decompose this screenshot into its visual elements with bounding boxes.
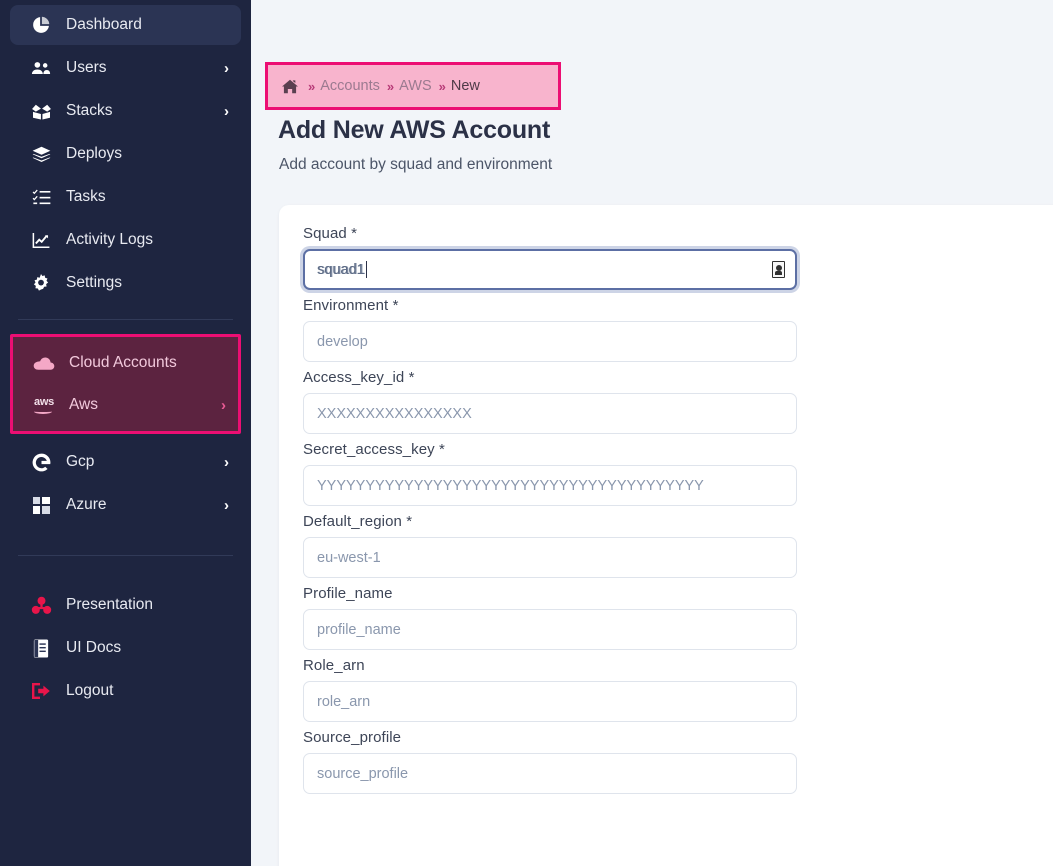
field-source-profile: Source_profile: [303, 729, 1053, 794]
chevron-right-icon[interactable]: ›: [224, 498, 229, 513]
page-subtitle: Add account by squad and environment: [279, 156, 553, 173]
sidebar-item-activity-logs[interactable]: Activity Logs: [10, 220, 241, 260]
label-environment: Environment *: [303, 297, 399, 314]
sidebar-divider-bottom: [18, 555, 233, 556]
squad-input[interactable]: [303, 249, 797, 290]
required-marker: *: [439, 441, 445, 458]
label-profile-name: Profile_name: [303, 585, 393, 602]
aws-account-form: Squad * squad1 Environment * develop Acc…: [279, 205, 1053, 794]
main-content: » Accounts » AWS » New Add New AWS Accou…: [251, 0, 1053, 866]
sidebar-divider-top: [18, 319, 233, 320]
label-access-key-id: Access_key_id *: [303, 369, 415, 386]
breadcrumb: » Accounts » AWS » New: [282, 78, 480, 94]
home-icon[interactable]: [282, 79, 298, 94]
sidebar-item-label: Azure: [66, 496, 107, 513]
app-root: Dashboard Users › Stacks › Deploys Tasks…: [0, 0, 1053, 866]
sidebar-item-label: Settings: [66, 274, 123, 291]
sidebar-item-label: Activity Logs: [66, 231, 154, 248]
breadcrumb-current: New: [450, 78, 480, 94]
label-role-arn: Role_arn: [303, 657, 365, 674]
label-secret-access-key: Secret_access_key *: [303, 441, 445, 458]
sidebar-item-label: Logout: [66, 682, 114, 699]
required-marker: *: [408, 369, 415, 386]
chevron-right-icon[interactable]: ›: [224, 61, 229, 76]
sidebar-item-gcp[interactable]: Gcp ›: [10, 442, 241, 482]
page-title: Add New AWS Account: [278, 116, 551, 144]
field-access-key-id: Access_key_id *: [303, 369, 1053, 434]
sidebar-item-label: Tasks: [66, 188, 106, 205]
sidebar-item-label: UI Docs: [66, 639, 122, 656]
stacks-box-icon: [28, 103, 54, 120]
document-icon: [28, 638, 54, 658]
sidebar-item-users[interactable]: Users ›: [10, 48, 241, 88]
breadcrumb-highlight-box: » Accounts » AWS » New: [265, 62, 561, 110]
field-secret-access-key: Secret_access_key *: [303, 441, 1053, 506]
sidebar-item-label: Deploys: [66, 145, 122, 162]
label-squad: Squad *: [303, 225, 358, 242]
required-marker: *: [392, 297, 399, 314]
sidebar-item-presentation[interactable]: Presentation: [10, 585, 241, 625]
sidebar-item-aws[interactable]: aws Aws ›: [13, 385, 238, 425]
field-profile-name: Profile_name: [303, 585, 1053, 650]
sidebar-item-tasks[interactable]: Tasks: [10, 177, 241, 217]
sidebar-item-label: Users: [66, 59, 107, 76]
chevron-right-icon[interactable]: ›: [221, 398, 226, 413]
sidebar-item-label: Gcp: [66, 453, 95, 470]
form-card: Squad * squad1 Environment * develop Acc…: [279, 205, 1053, 866]
field-squad: Squad * squad1: [303, 225, 1053, 290]
sidebar-item-settings[interactable]: Settings: [10, 263, 241, 303]
sidebar-item-dashboard[interactable]: Dashboard: [10, 5, 241, 45]
secret-access-key-input[interactable]: [303, 465, 797, 506]
sidebar-item-azure[interactable]: Azure ›: [10, 485, 241, 525]
field-environment: Environment *: [303, 297, 1053, 362]
breadcrumb-separator: »: [308, 78, 315, 94]
breadcrumb-separator: »: [386, 78, 394, 94]
environment-input[interactable]: [303, 321, 797, 362]
required-marker: *: [406, 513, 413, 530]
sidebar-item-stacks[interactable]: Stacks ›: [10, 91, 241, 131]
breadcrumb-link-accounts[interactable]: Accounts: [320, 78, 380, 94]
sidebar: Dashboard Users › Stacks › Deploys Tasks…: [0, 0, 251, 866]
cloud-icon: [31, 356, 57, 371]
layers-icon: [28, 146, 54, 163]
users-icon: [28, 60, 54, 76]
sidebar-item-deploys[interactable]: Deploys: [10, 134, 241, 174]
default-region-input[interactable]: [303, 537, 797, 578]
cloud-accounts-highlight-group: Cloud Accounts aws Aws ›: [10, 334, 241, 434]
chevron-right-icon[interactable]: ›: [224, 104, 229, 119]
profile-name-input[interactable]: [303, 609, 797, 650]
breadcrumb-separator: »: [438, 78, 446, 94]
aws-icon: aws: [31, 396, 57, 414]
sidebar-item-label: Presentation: [66, 596, 154, 613]
pie-chart-icon: [28, 16, 54, 34]
field-role-arn: Role_arn: [303, 657, 1053, 722]
sidebar-item-label: Dashboard: [66, 16, 142, 33]
presentation-molecule-icon: [28, 596, 54, 615]
sidebar-item-logout[interactable]: Logout: [10, 671, 241, 711]
password-manager-icon[interactable]: [772, 261, 785, 278]
azure-icon: [28, 496, 54, 514]
chevron-right-icon[interactable]: ›: [224, 455, 229, 470]
breadcrumb-link-aws[interactable]: AWS: [399, 78, 432, 94]
label-source-profile: Source_profile: [303, 729, 402, 746]
sidebar-item-cloud-accounts[interactable]: Cloud Accounts: [13, 343, 238, 383]
label-default-region: Default_region *: [303, 513, 413, 530]
google-g-icon: [28, 453, 54, 472]
role-arn-input[interactable]: [303, 681, 797, 722]
sidebar-item-label: Stacks: [66, 102, 113, 119]
required-marker: *: [351, 225, 358, 242]
logout-icon: [28, 682, 54, 700]
source-profile-input[interactable]: [303, 753, 797, 794]
task-list-icon: [28, 189, 54, 206]
sidebar-item-label: Cloud Accounts: [69, 354, 177, 371]
chart-line-icon: [28, 232, 54, 249]
field-default-region: Default_region *: [303, 513, 1053, 578]
gear-icon: [28, 274, 54, 292]
access-key-id-input[interactable]: [303, 393, 797, 434]
sidebar-item-label: Aws: [69, 396, 99, 413]
sidebar-item-ui-docs[interactable]: UI Docs: [10, 628, 241, 668]
